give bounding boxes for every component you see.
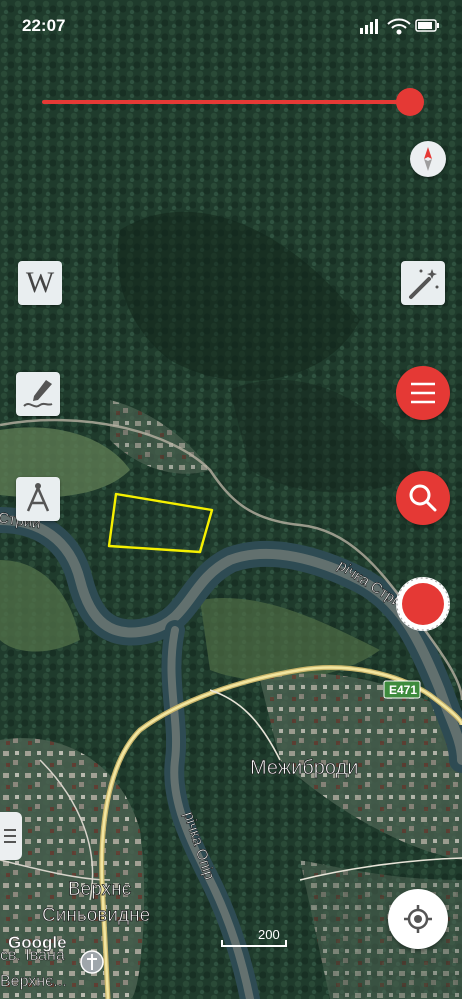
label-village-verkhne-line1: Верхнє (68, 879, 132, 900)
opacity-slider-track[interactable] (42, 100, 410, 104)
side-menu-tab[interactable] (0, 812, 22, 860)
status-bar: 22:07 (22, 14, 440, 38)
status-icons (360, 18, 439, 35)
battery-icon (415, 19, 439, 32)
road-badge: E471 (383, 680, 421, 699)
compass-button[interactable] (410, 141, 446, 177)
my-location-icon (404, 905, 432, 933)
scale-value: 200 (258, 927, 280, 942)
label-village-verkhne-line2: Синьовидне (42, 905, 150, 926)
label-church-line2: Верхнє... (0, 973, 67, 990)
status-time: 22:07 (22, 16, 66, 35)
menu-icon (411, 382, 435, 404)
label-church-line1: св. Івана (0, 947, 65, 964)
opacity-slider-thumb[interactable] (396, 88, 424, 116)
record-icon (396, 577, 450, 631)
wifi-icon (387, 18, 411, 35)
measure-button[interactable] (16, 477, 60, 521)
measure-compass-icon (26, 483, 50, 512)
menu-button[interactable] (396, 366, 450, 420)
magic-wand-icon (409, 269, 439, 299)
search-button[interactable] (396, 471, 450, 525)
drawing-button[interactable] (16, 372, 60, 416)
magic-wand-button[interactable] (401, 261, 445, 305)
drawing-icon (23, 380, 53, 408)
wikipedia-label: W (25, 266, 55, 299)
my-location-button[interactable] (388, 889, 448, 949)
search-icon (409, 484, 437, 512)
wikipedia-button[interactable]: W (18, 261, 62, 305)
signal-icon (360, 19, 378, 34)
church-marker-icon (80, 950, 104, 974)
satellite-map[interactable]: Стрий річка Стрий річка Опір Межиброди В… (0, 0, 462, 999)
label-village-mezhybrody: Межиброди (250, 757, 358, 779)
side-menu-icon (4, 829, 16, 843)
road-badge-label: E471 (389, 683, 417, 697)
compass-icon (424, 147, 432, 171)
record-button[interactable] (395, 576, 451, 632)
